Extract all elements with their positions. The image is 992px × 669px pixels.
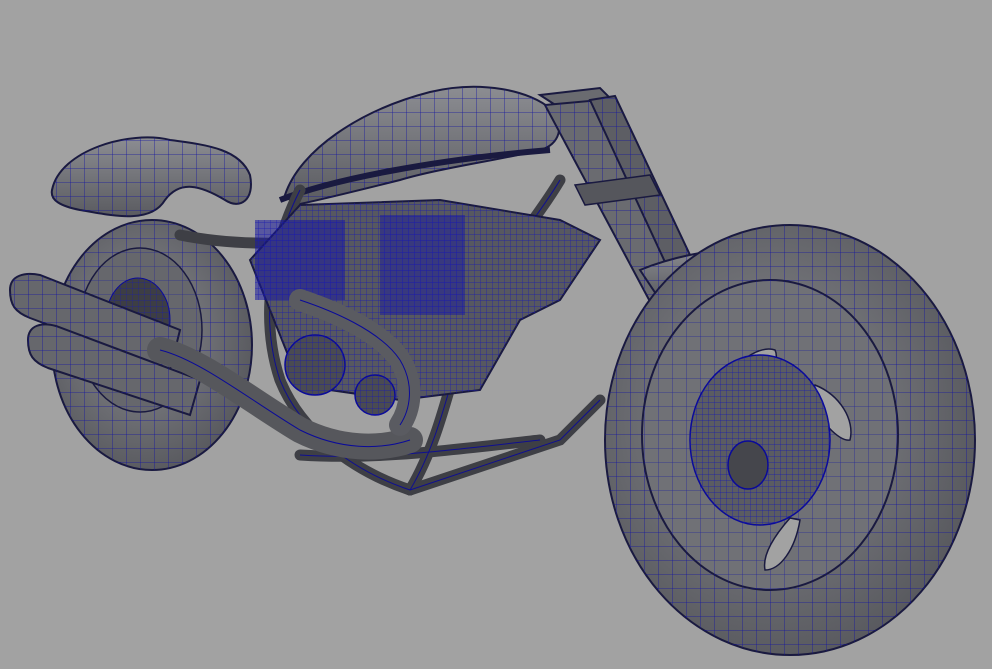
- fuel-tank: [278, 85, 561, 207]
- 3d-viewport[interactable]: [0, 0, 992, 669]
- front-wheel: [604, 224, 976, 656]
- motorcycle-model[interactable]: [0, 0, 992, 669]
- rear-fender: [50, 136, 252, 218]
